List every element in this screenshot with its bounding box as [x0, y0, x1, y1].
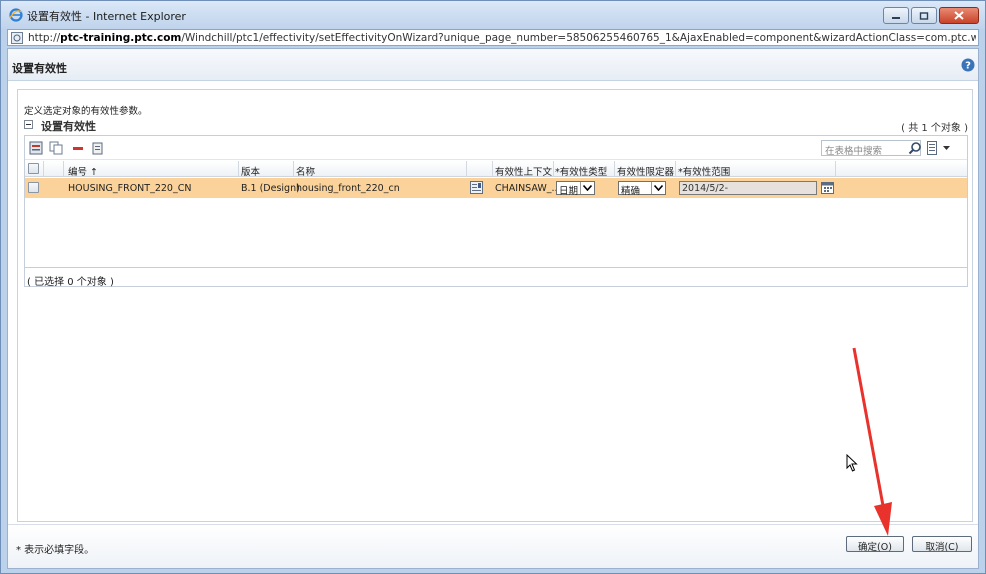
set-effectivity-icon[interactable]	[29, 141, 43, 155]
window-controls	[883, 7, 979, 24]
cancel-button[interactable]: 取消(C)	[912, 536, 972, 553]
section-title: 设置有效性	[41, 120, 96, 133]
qualifier-select[interactable]: 精确	[618, 181, 666, 197]
table-header-row: 编号 ↑ 版本 名称 有效性上下文 *有效性类型 有效性限定器 *有效性范围	[25, 161, 967, 178]
cell-context: CHAINSAW_...	[495, 183, 561, 194]
chevron-down-icon	[583, 185, 592, 191]
select-arrow	[651, 182, 665, 194]
paste-icon[interactable]	[91, 141, 105, 155]
row-checkbox[interactable]	[28, 182, 39, 193]
table-search-input[interactable]: 在表格中搜索	[821, 140, 921, 157]
select-arrow	[580, 182, 594, 194]
svg-text:?: ?	[965, 61, 971, 72]
mouse-cursor-icon	[846, 454, 858, 472]
effectivity-type-value: 日期	[559, 186, 579, 197]
remove-icon[interactable]	[71, 141, 85, 155]
required-note: * 表示必填字段。	[16, 545, 95, 556]
page-header: 设置有效性 ?	[8, 49, 978, 81]
search-icon[interactable]	[908, 141, 922, 155]
dialog-footer: * 表示必填字段。 确定(O) 取消(C)	[8, 524, 978, 568]
header-number[interactable]: 编号 ↑	[68, 164, 98, 178]
column-separator	[614, 161, 615, 177]
effectivity-range-input[interactable]: 2014/5/2-	[679, 181, 817, 195]
page-icon	[11, 32, 23, 44]
column-separator	[835, 161, 836, 177]
object-count: ( 共 1 个对象 )	[901, 123, 968, 134]
title-bar[interactable]: 设置有效性 - Internet Explorer	[1, 1, 985, 29]
header-range[interactable]: *有效性范围	[678, 164, 730, 178]
header-name[interactable]: 名称	[296, 164, 315, 178]
close-button[interactable]	[939, 7, 979, 24]
header-qualifier[interactable]: 有效性限定器	[617, 164, 674, 178]
ok-button[interactable]: 确定(O)	[846, 536, 904, 553]
maximize-button[interactable]	[911, 7, 937, 24]
header-version[interactable]: 版本	[241, 164, 260, 178]
content-panel: 定义选定对象的有效性参数。 设置有效性 ( 共 1 个对象 ) 在表格中搜索 编…	[17, 89, 973, 522]
minimize-icon	[892, 16, 900, 19]
chevron-down-icon	[654, 185, 663, 191]
column-separator	[675, 161, 676, 177]
table-row[interactable]: HOUSING_FRONT_220_CN B.1 (Design) housin…	[25, 178, 967, 198]
help-icon[interactable]: ?	[961, 58, 975, 72]
effectivity-type-select[interactable]: 日期	[556, 181, 595, 197]
close-icon	[954, 11, 964, 20]
table-toolbar: 在表格中搜索	[25, 136, 967, 160]
cell-name: housing_front_220_cn	[296, 183, 400, 194]
dialog-page: 设置有效性 ? 定义选定对象的有效性参数。 设置有效性 ( 共 1 个对象 )	[7, 48, 979, 569]
address-bar[interactable]: http://ptc-training.ptc.com/Windchill/pt…	[7, 29, 979, 46]
cell-number: HOUSING_FRONT_220_CN	[68, 183, 192, 194]
column-separator	[553, 161, 554, 177]
effectivity-table: 在表格中搜索 编号 ↑ 版本 名称 有效性上下文 *有效性类型 有效性限定器 *…	[24, 135, 968, 287]
minimize-button[interactable]	[883, 7, 909, 24]
column-separator	[238, 161, 239, 177]
ie-window: 设置有效性 - Internet Explorer http://ptc-tra…	[0, 0, 986, 574]
maximize-icon	[919, 11, 929, 20]
address-url: http://ptc-training.ptc.com/Windchill/pt…	[28, 32, 976, 44]
page-title: 设置有效性	[12, 62, 67, 75]
column-separator	[63, 161, 64, 177]
internet-explorer-icon	[9, 8, 23, 22]
chevron-down-icon[interactable]	[943, 146, 950, 151]
section-header: 设置有效性 ( 共 1 个对象 )	[24, 118, 968, 134]
address-host: ptc-training.ptc.com	[60, 32, 182, 44]
copy-icon[interactable]	[49, 141, 63, 155]
cell-version: B.1 (Design)	[241, 183, 300, 194]
column-separator	[293, 161, 294, 177]
address-prefix: http://	[28, 32, 61, 44]
column-separator	[492, 161, 493, 177]
header-effectivity-type[interactable]: *有效性类型	[555, 164, 607, 178]
calendar-icon[interactable]	[821, 181, 834, 194]
column-separator	[43, 161, 44, 177]
edit-row-icon[interactable]	[470, 181, 483, 194]
address-path: /Windchill/ptc1/effectivity/setEffectivi…	[181, 32, 976, 44]
instructions-text: 定义选定对象的有效性参数。	[24, 106, 148, 117]
collapse-icon[interactable]	[24, 120, 33, 129]
selection-count: ( 已选择 0 个对象 )	[24, 267, 968, 288]
column-view-icon[interactable]	[927, 141, 937, 155]
window-title: 设置有效性 - Internet Explorer	[27, 10, 186, 23]
column-separator	[466, 161, 467, 177]
header-context[interactable]: 有效性上下文	[495, 164, 552, 178]
select-all-checkbox[interactable]	[28, 163, 39, 174]
qualifier-value: 精确	[621, 186, 641, 197]
